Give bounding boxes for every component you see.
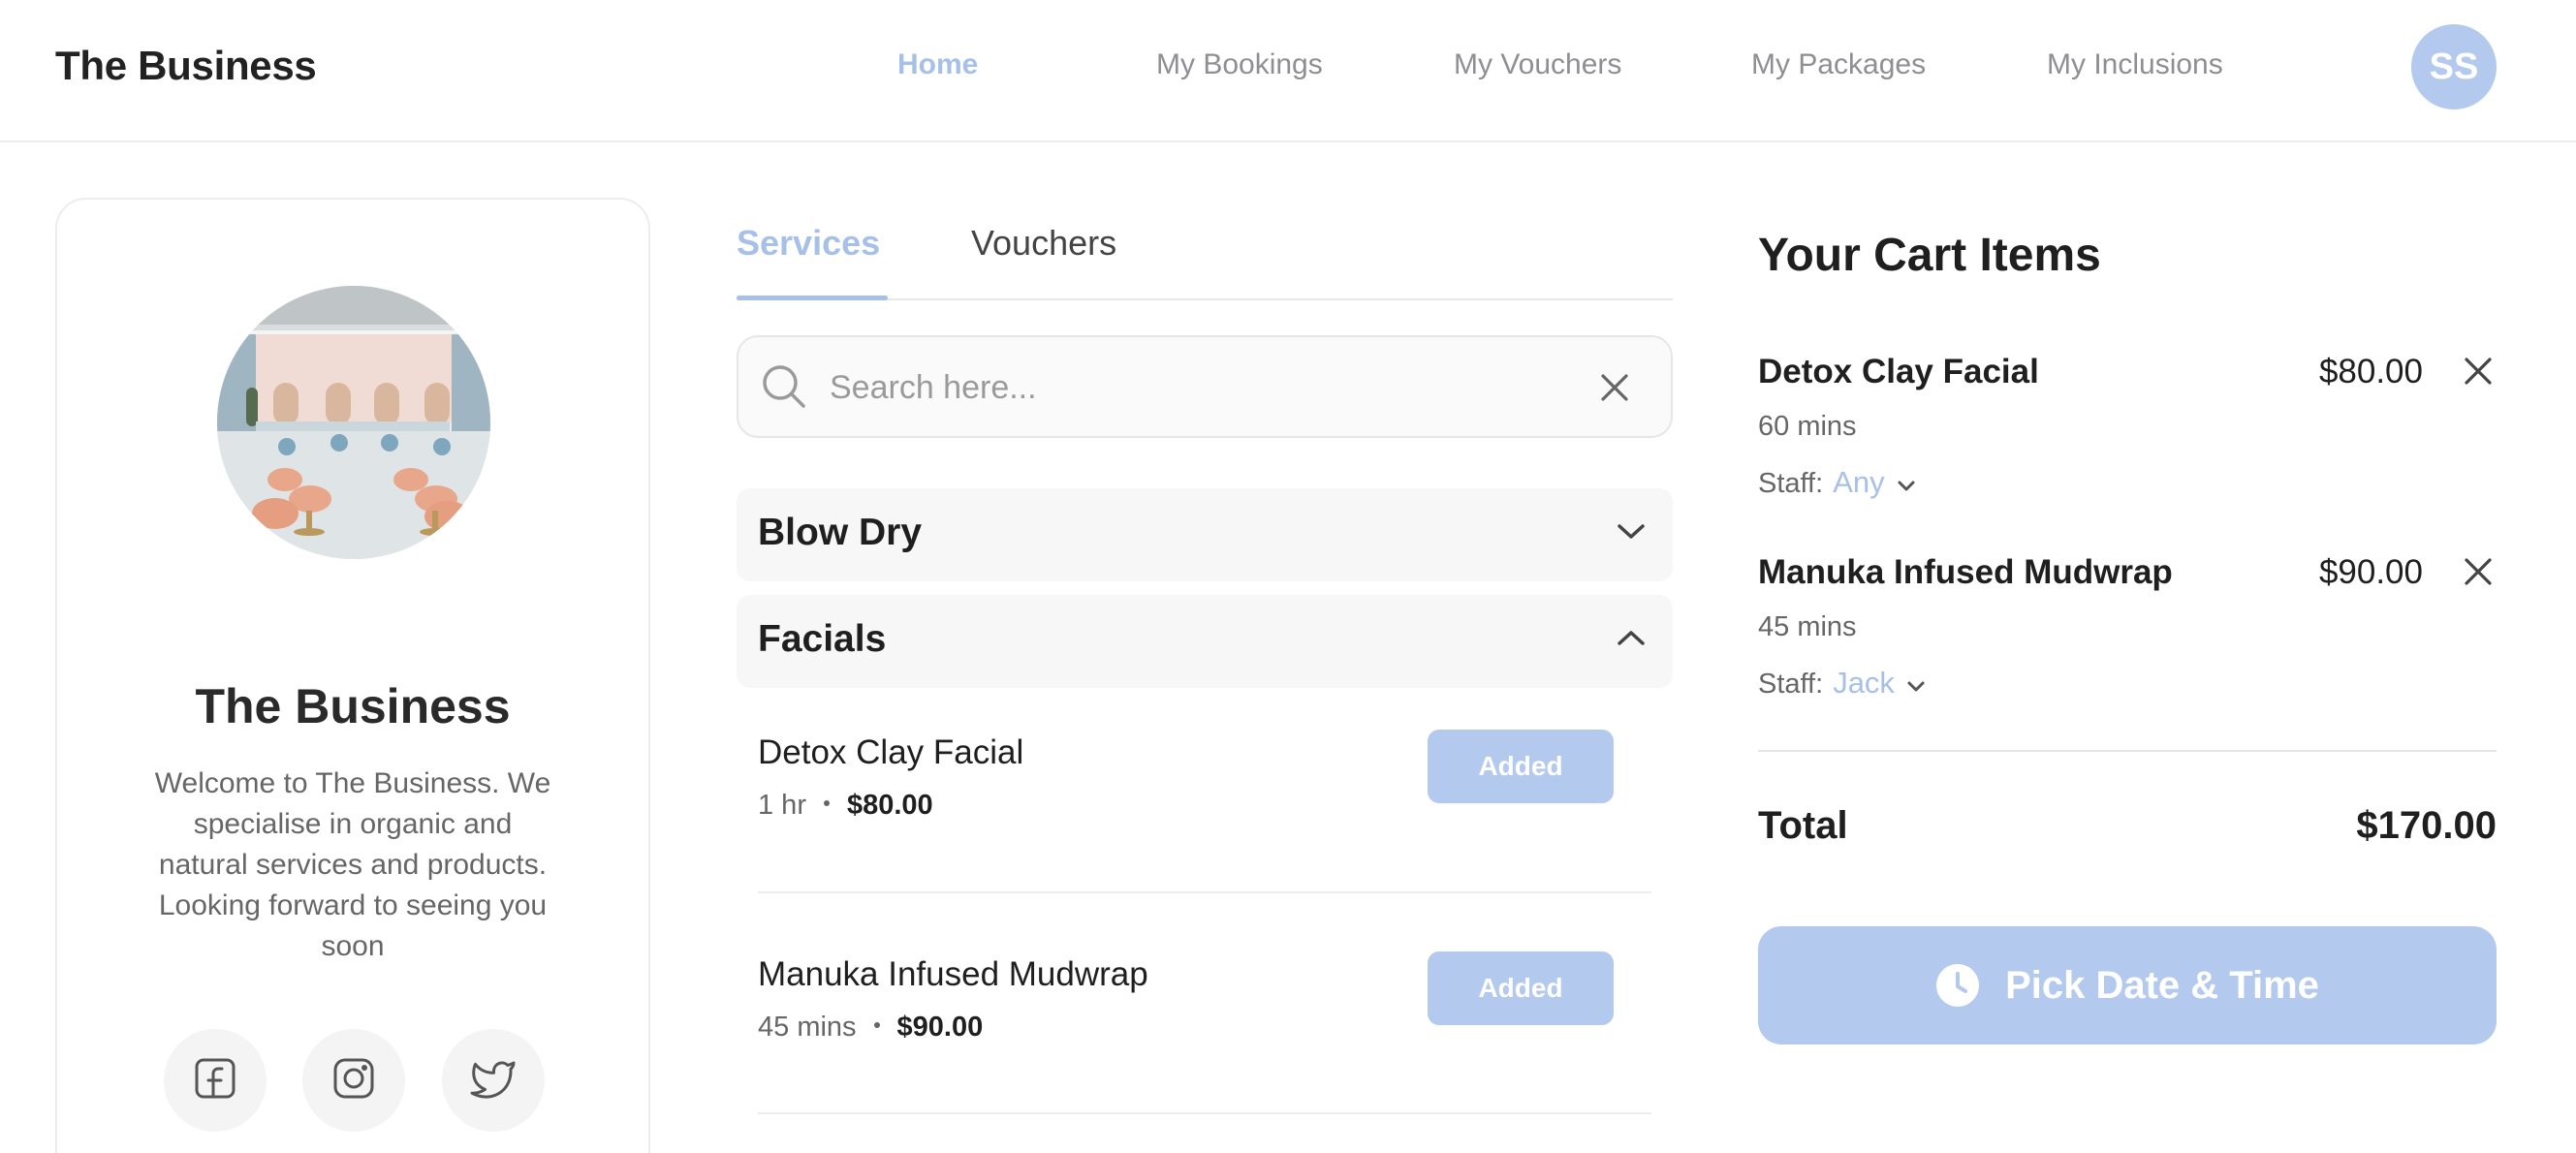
nav-my-inclusions[interactable]: My Inclusions: [2047, 48, 2223, 81]
business-profile-card: The Business Welcome to The Business. We…: [55, 198, 650, 1153]
cart-divider: [1758, 750, 2497, 752]
chevron-down-icon[interactable]: [1906, 670, 1926, 701]
service-name: Detox Clay Facial: [758, 733, 1024, 771]
staff-dropdown[interactable]: Any: [1833, 465, 1884, 499]
instagram-icon: [331, 1056, 376, 1106]
nav-my-vouchers[interactable]: My Vouchers: [1454, 48, 1621, 81]
cart-item-name: Manuka Infused Mudwrap: [1758, 553, 2173, 591]
service-row: Detox Clay Facial 1 hr $80.00 Added: [758, 730, 1651, 821]
pick-date-time-label: Pick Date & Time: [2005, 963, 2319, 1007]
search-bar: [737, 335, 1673, 438]
cart-item-duration: 45 mins: [1758, 611, 1857, 642]
staff-label: Staff:: [1758, 669, 1824, 700]
added-button[interactable]: Added: [1428, 951, 1614, 1025]
active-tab-indicator: [737, 296, 888, 300]
chevron-down-icon: [1617, 521, 1646, 545]
nav-my-bookings[interactable]: My Bookings: [1156, 48, 1323, 81]
category-label: Facials: [758, 618, 887, 660]
staff-selector: Staff: Any: [1758, 465, 1916, 501]
service-duration: 45 mins: [758, 1012, 857, 1043]
staff-dropdown[interactable]: Jack: [1833, 666, 1895, 700]
business-description: Welcome to The Business. We specialise i…: [154, 767, 551, 962]
instagram-button[interactable]: [302, 1029, 405, 1132]
cart-item-price: $90.00: [2318, 553, 2423, 591]
chevron-up-icon: [1617, 628, 1646, 652]
user-avatar[interactable]: SS: [2411, 24, 2497, 109]
brand-logo-text[interactable]: The Business: [55, 43, 317, 89]
tab-services[interactable]: Services: [737, 223, 880, 264]
top-navbar: The Business Home My Bookings My Voucher…: [0, 0, 2576, 142]
pick-date-time-button[interactable]: Pick Date & Time: [1758, 926, 2497, 1044]
category-facials[interactable]: Facials: [737, 595, 1673, 688]
separator-dot: [823, 800, 830, 807]
service-row: Manuka Infused Mudwrap 45 mins $90.00 Add…: [758, 951, 1651, 1043]
total-label: Total: [1758, 804, 1848, 847]
row-divider: [758, 891, 1651, 893]
category-label: Blow Dry: [758, 512, 923, 553]
twitter-icon: [470, 1058, 517, 1104]
cart-item-price: $80.00: [2318, 353, 2423, 390]
facebook-icon: [193, 1056, 237, 1106]
service-meta: 45 mins $90.00: [758, 1012, 983, 1044]
service-price: $80.00: [846, 790, 933, 821]
twitter-button[interactable]: [442, 1029, 545, 1132]
search-icon: [760, 362, 808, 416]
cart-item: Detox Clay Facial $80.00 60 mins Staff: A…: [1758, 353, 2498, 508]
category-blow-dry[interactable]: Blow Dry: [737, 488, 1673, 581]
staff-selector: Staff: Jack: [1758, 666, 1926, 701]
cart-item: Manuka Infused Mudwrap $90.00 45 mins St…: [1758, 553, 2498, 708]
nav-my-packages[interactable]: My Packages: [1751, 48, 1926, 81]
tab-vouchers[interactable]: Vouchers: [971, 223, 1116, 264]
remove-item-icon[interactable]: [2464, 357, 2493, 390]
separator-dot: [873, 1022, 880, 1029]
remove-item-icon[interactable]: [2464, 557, 2493, 591]
service-duration: 1 hr: [758, 790, 806, 821]
cart-item-duration: 60 mins: [1758, 411, 1857, 442]
clock-icon: [1935, 963, 1980, 1008]
service-name: Manuka Infused Mudwrap: [758, 955, 1148, 993]
clear-search-icon[interactable]: [1599, 372, 1630, 408]
nav-home[interactable]: Home: [897, 48, 978, 81]
row-divider: [758, 1112, 1651, 1114]
service-price: $90.00: [896, 1012, 984, 1043]
salon-photo: [217, 286, 490, 559]
chevron-down-icon[interactable]: [1897, 469, 1916, 501]
service-meta: 1 hr $80.00: [758, 790, 933, 822]
facebook-button[interactable]: [164, 1029, 267, 1132]
total-value: $170.00: [2356, 804, 2497, 847]
added-button[interactable]: Added: [1428, 730, 1614, 803]
business-name: The Business: [195, 679, 511, 733]
staff-label: Staff:: [1758, 468, 1824, 499]
cart-item-name: Detox Clay Facial: [1758, 353, 2039, 390]
cart-title: Your Cart Items: [1758, 230, 2101, 281]
search-input[interactable]: [830, 360, 1566, 415]
